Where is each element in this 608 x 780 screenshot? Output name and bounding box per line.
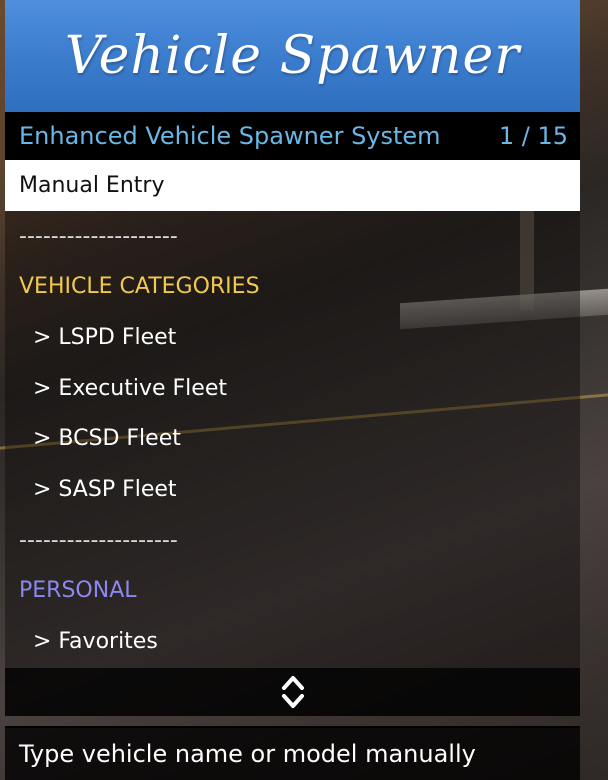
- menu-item-label: Manual Entry: [19, 172, 165, 198]
- menu-item-label: > LSPD Fleet: [33, 324, 177, 350]
- menu-item-sasp-fleet[interactable]: > SASP Fleet: [5, 464, 580, 515]
- menu-item-favorites[interactable]: > Favorites: [5, 616, 580, 667]
- banner-title: Vehicle Spawner: [64, 26, 521, 86]
- up-down-arrows-icon: [281, 676, 304, 708]
- item-description-bar: Type vehicle name or model manually: [5, 726, 580, 780]
- menu-item-executive-fleet[interactable]: > Executive Fleet: [5, 363, 580, 414]
- category-label: VEHICLE CATEGORIES: [19, 274, 260, 300]
- page-counter: 1 / 15: [498, 122, 568, 150]
- category-header-vehicle: VEHICLE CATEGORIES: [5, 261, 580, 312]
- menu-item-label: > Favorites: [33, 629, 158, 655]
- vehicle-spawner-menu: Vehicle Spawner Enhanced Vehicle Spawner…: [5, 0, 580, 780]
- separator-label: --------------------: [19, 527, 178, 553]
- menu-items-list: Manual Entry -------------------- VEHICL…: [5, 160, 580, 668]
- menu-item-lspd-fleet[interactable]: > LSPD Fleet: [5, 312, 580, 363]
- menu-separator: --------------------: [5, 211, 580, 262]
- category-label: PERSONAL: [19, 578, 137, 604]
- scroll-indicator[interactable]: [5, 668, 580, 716]
- menu-item-bcsd-fleet[interactable]: > BCSD Fleet: [5, 413, 580, 464]
- separator-label: --------------------: [19, 223, 178, 249]
- menu-item-label: > BCSD Fleet: [33, 426, 181, 452]
- item-description: Type vehicle name or model manually: [19, 740, 476, 768]
- category-header-personal: PERSONAL: [5, 566, 580, 617]
- menu-item-label: > SASP Fleet: [33, 476, 177, 502]
- menu-banner: Vehicle Spawner: [5, 0, 580, 112]
- menu-item-manual-entry[interactable]: Manual Entry: [5, 160, 580, 211]
- menu-subtitle: Enhanced Vehicle Spawner System: [19, 122, 441, 150]
- menu-subheader: Enhanced Vehicle Spawner System 1 / 15: [5, 112, 580, 160]
- menu-item-label: > Executive Fleet: [33, 375, 227, 401]
- menu-separator: --------------------: [5, 515, 580, 566]
